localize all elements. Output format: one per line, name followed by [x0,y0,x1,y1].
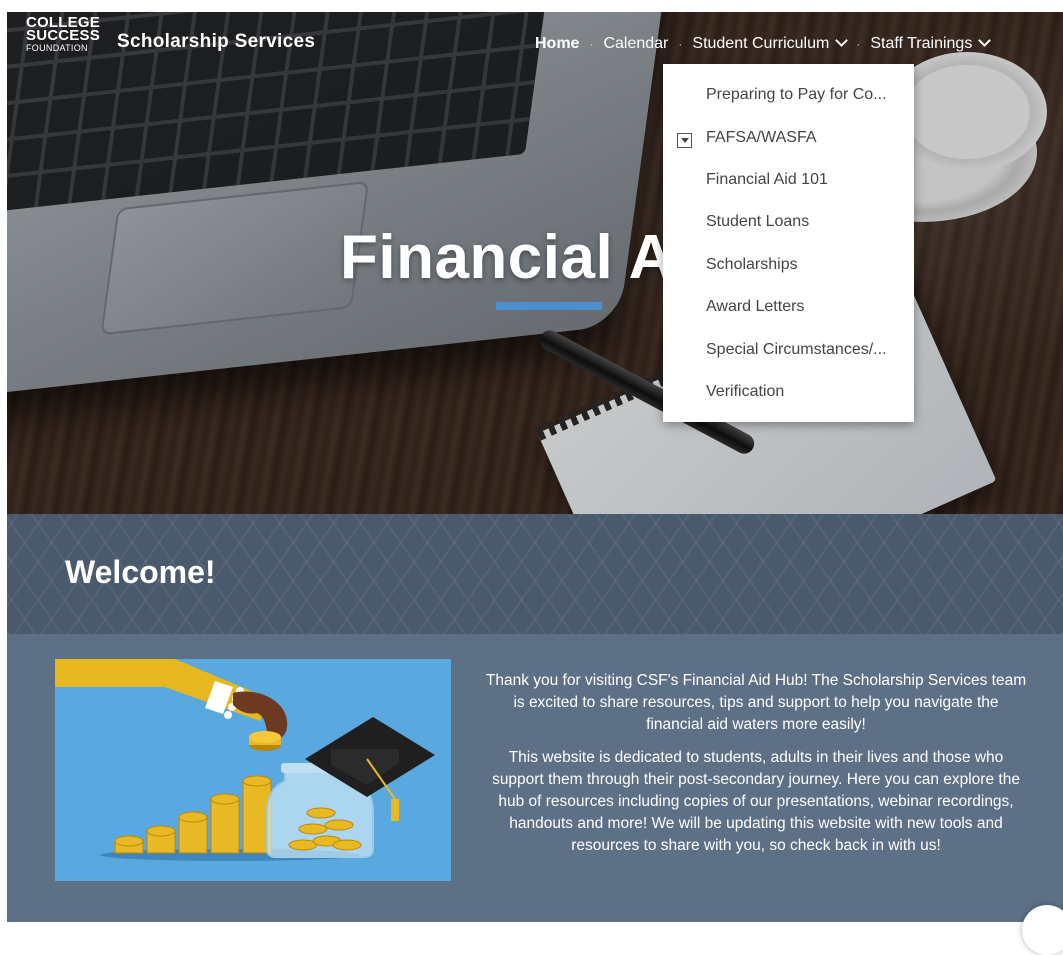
savings-illustration [55,659,451,881]
chevron-down-icon [835,34,849,47]
nav-separator: · [856,37,861,51]
nav-student-curriculum-label: Student Curriculum [692,35,830,52]
dropdown-item-award-letters[interactable]: Award Letters [706,298,804,316]
welcome-band: Welcome! [7,514,1063,634]
intro-paragraph-2: This website is dedicated to students, a… [492,749,1020,854]
chat-button[interactable] [1022,905,1063,955]
expand-toggle-icon[interactable] [677,133,692,148]
nav-staff-trainings[interactable]: Staff Trainings [870,34,992,53]
welcome-heading: Welcome! [65,554,216,590]
college-success-logo[interactable]: COLLEGE SUCCESS FOUNDATION [26,15,100,55]
intro-text: Thank you for visiting CSF's Financial A… [483,670,1029,868]
site-title[interactable]: Scholarship Services [117,31,315,53]
main-nav: Home · Calendar · Student Curriculum · S… [535,33,992,55]
nav-separator: · [678,37,683,51]
dropdown-item-special-circumstances[interactable]: Special Circumstances/... [706,341,887,359]
student-curriculum-dropdown: Preparing to Pay for Co... FAFSA/WASFA F… [663,64,914,422]
nav-calendar[interactable]: Calendar [603,35,668,53]
dropdown-item-financial-aid-101[interactable]: Financial Aid 101 [706,171,828,189]
nav-student-curriculum[interactable]: Student Curriculum [692,34,849,53]
hero-accent-bar [496,302,602,310]
chevron-down-icon [978,34,992,47]
dropdown-item-preparing-to-pay[interactable]: Preparing to Pay for Co... [706,86,887,104]
dropdown-item-verification[interactable]: Verification [706,383,784,401]
nav-home[interactable]: Home [535,35,579,53]
dropdown-item-fafsa-wasfa[interactable]: FAFSA/WASFA [706,129,817,147]
dropdown-item-scholarships[interactable]: Scholarships [706,256,798,274]
coins-graduation-cap-illustration [55,659,435,861]
logo-line-success: SUCCESS [26,27,100,44]
nav-separator: · [589,37,594,51]
intro-section: Thank you for visiting CSF's Financial A… [7,634,1063,922]
nav-staff-trainings-label: Staff Trainings [870,35,973,52]
dropdown-item-student-loans[interactable]: Student Loans [706,213,809,231]
intro-paragraph-1: Thank you for visiting CSF's Financial A… [485,672,1027,733]
